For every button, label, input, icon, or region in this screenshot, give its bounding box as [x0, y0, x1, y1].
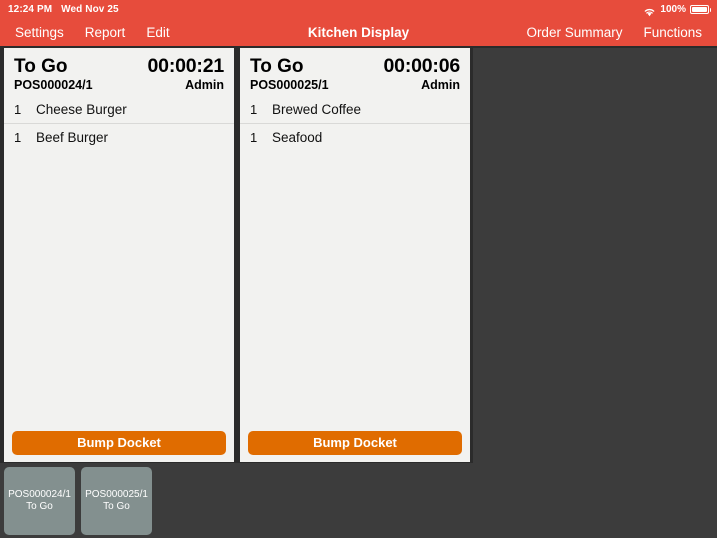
tray-order-type: To Go	[26, 501, 53, 512]
ios-status-bar: 12:24 PM Wed Nov 25 100%	[0, 0, 717, 18]
docket-header: To Go 00:00:21 POS000024/1 Admin	[4, 48, 234, 96]
battery-full-icon	[690, 4, 711, 14]
docket-user: Admin	[185, 77, 224, 92]
docket-item[interactable]: 1 Seafood	[240, 122, 470, 151]
docket-reference: POS000025/1	[250, 77, 329, 92]
item-name: Beef Burger	[36, 129, 109, 145]
item-quantity: 1	[14, 101, 22, 117]
kitchen-display-app: 12:24 PM Wed Nov 25 100% Settings Report…	[0, 0, 717, 538]
docket-item-list: 1 Cheese Burger 1 Beef Burger	[4, 96, 234, 425]
order-summary-button[interactable]: Order Summary	[526, 25, 622, 40]
item-name: Seafood	[272, 129, 323, 145]
tray-order-thumbnail[interactable]: POS000024/1 To Go	[4, 467, 75, 535]
docket-order-type: To Go	[250, 56, 304, 77]
status-date: Wed Nov 25	[61, 3, 119, 15]
docket-user: Admin	[421, 77, 460, 92]
edit-button[interactable]: Edit	[146, 25, 169, 40]
report-button[interactable]: Report	[85, 25, 126, 40]
top-navigation-bar: Settings Report Edit Order Summary Funct…	[0, 18, 717, 46]
docket-card[interactable]: To Go 00:00:21 POS000024/1 Admin 1 Chees…	[0, 48, 237, 463]
bump-docket-button[interactable]: Bump Docket	[12, 431, 226, 455]
tray-order-reference: POS000024/1	[8, 488, 71, 500]
nav-left-group: Settings Report Edit	[0, 25, 170, 40]
bump-button-container: Bump Docket	[240, 425, 470, 462]
docket-order-type: To Go	[14, 56, 68, 77]
status-time: 12:24 PM	[8, 3, 53, 15]
item-quantity: 1	[250, 129, 258, 145]
status-bar-right: 100%	[643, 3, 711, 17]
docket-item[interactable]: 1 Brewed Coffee	[240, 96, 470, 123]
docket-header: To Go 00:00:06 POS000025/1 Admin	[240, 48, 470, 96]
bottom-order-tray: POS000024/1 To Go POS000025/1 To Go	[0, 463, 717, 538]
docket-item-list: 1 Brewed Coffee 1 Seafood	[240, 96, 470, 425]
item-name: Cheese Burger	[36, 101, 127, 117]
item-quantity: 1	[14, 129, 22, 145]
item-quantity: 1	[250, 101, 258, 117]
battery-percent-label: 100%	[660, 3, 686, 15]
bump-docket-button[interactable]: Bump Docket	[248, 431, 462, 455]
bump-button-container: Bump Docket	[4, 425, 234, 462]
docket-item[interactable]: 1 Cheese Burger	[4, 96, 234, 123]
tray-order-reference: POS000025/1	[85, 488, 148, 500]
wifi-icon	[643, 4, 656, 17]
docket-item[interactable]: 1 Beef Burger	[4, 122, 234, 151]
tray-order-thumbnail[interactable]: POS000025/1 To Go	[81, 467, 152, 535]
functions-button[interactable]: Functions	[643, 25, 702, 40]
item-name: Brewed Coffee	[272, 101, 362, 117]
docket-timer: 00:00:06	[383, 55, 461, 77]
docket-card[interactable]: To Go 00:00:06 POS000025/1 Admin 1 Brewe…	[236, 48, 473, 463]
docket-timer: 00:00:21	[147, 55, 225, 77]
docket-reference: POS000024/1	[14, 77, 93, 92]
status-bar-left: 12:24 PM Wed Nov 25	[8, 4, 119, 15]
settings-button[interactable]: Settings	[15, 25, 64, 40]
nav-right-group: Order Summary Functions	[526, 25, 717, 40]
docket-area: To Go 00:00:21 POS000024/1 Admin 1 Chees…	[0, 48, 717, 463]
tray-order-type: To Go	[103, 501, 130, 512]
